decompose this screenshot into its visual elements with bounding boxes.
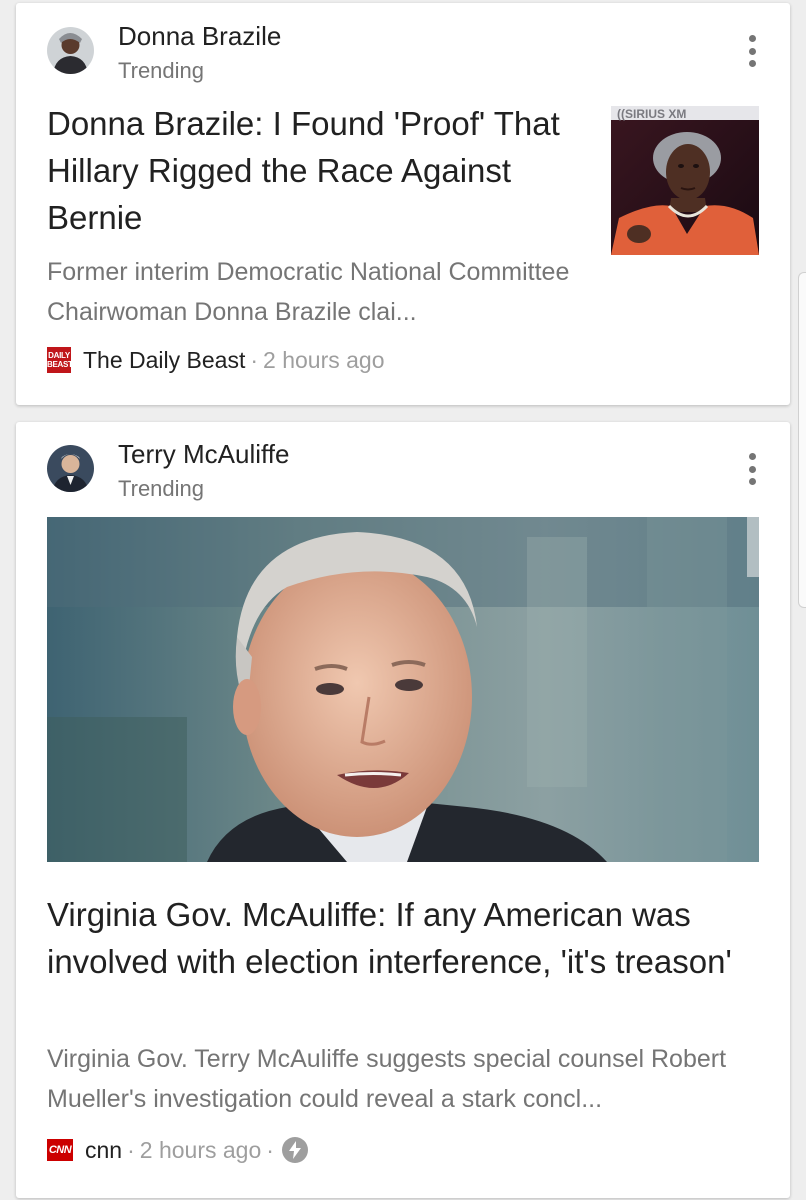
headline[interactable]: Virginia Gov. McAuliffe: If any American…: [47, 891, 767, 985]
source-name[interactable]: cnn: [85, 1137, 122, 1164]
article-thumbnail[interactable]: ((SIRIUS XM: [611, 106, 759, 255]
timestamp: 2 hours ago: [263, 346, 385, 373]
source-name[interactable]: The Daily Beast: [83, 347, 245, 374]
more-options-button[interactable]: [742, 31, 762, 71]
separator: ·: [250, 346, 259, 373]
daily-beast-logo-icon: DAILY BEAST: [47, 347, 73, 373]
news-card[interactable]: Terry McAuliffe Trending Virginia Gov. M…: [16, 422, 790, 1198]
source-row[interactable]: CNN cnn · 2 hours ago ·: [47, 1135, 308, 1165]
source-row[interactable]: DAILY BEAST The Daily Beast · 2 hours ag…: [47, 345, 385, 375]
trending-label: Trending: [118, 476, 205, 501]
trending-label: Trending: [118, 58, 205, 83]
person-avatar[interactable]: [47, 445, 94, 492]
snippet: Virginia Gov. Terry McAuliffe suggests s…: [47, 1045, 727, 1113]
dot-icon: [748, 465, 756, 473]
dot-icon: [748, 60, 756, 67]
timestamp: 2 hours ago: [139, 1136, 262, 1163]
news-card[interactable]: Donna Brazile Trending Donna Brazile: I …: [16, 3, 790, 405]
person-name[interactable]: Terry McAuliffe: [118, 439, 289, 470]
scrollbar[interactable]: [798, 272, 806, 608]
more-options-button[interactable]: [742, 449, 762, 489]
headline[interactable]: Donna Brazile: I Found 'Proof' That Hill…: [47, 100, 592, 241]
person-avatar[interactable]: [47, 27, 94, 74]
separator: ·: [266, 1136, 274, 1163]
dot-icon: [748, 478, 756, 485]
person-name[interactable]: Donna Brazile: [118, 21, 281, 52]
snippet: Former interim Democratic National Commi…: [47, 258, 570, 326]
thumbnail-watermark: ((SIRIUS XM: [617, 107, 686, 121]
dot-icon: [748, 453, 756, 460]
lightning-bolt-icon: [281, 1137, 308, 1163]
dot-icon: [748, 35, 756, 42]
separator: ·: [127, 1136, 135, 1163]
dot-icon: [748, 47, 756, 55]
cnn-logo-icon: CNN: [47, 1139, 73, 1161]
article-hero-image[interactable]: [47, 517, 759, 862]
